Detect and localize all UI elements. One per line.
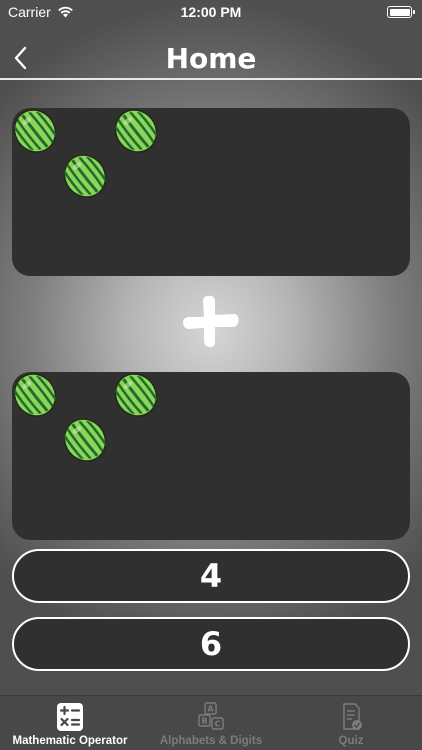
watermelon-icon xyxy=(113,372,159,418)
answer-option-button[interactable]: 4 xyxy=(12,549,410,603)
watermelon-icon xyxy=(62,153,108,199)
quiz-document-icon xyxy=(343,703,362,730)
page-title: Home xyxy=(165,42,257,75)
svg-text:A: A xyxy=(207,705,214,714)
tab-quiz[interactable]: Quiz xyxy=(281,696,421,750)
navigation-bar: Home xyxy=(0,36,422,80)
tab-alphabets-digits[interactable]: ABC Alphabets & Digits xyxy=(141,696,281,750)
svg-text:C: C xyxy=(215,720,221,729)
watermelon-icon xyxy=(62,417,108,463)
status-time: 12:00 PM xyxy=(180,4,242,20)
watermelon-icon xyxy=(12,372,58,418)
plus-icon xyxy=(183,295,239,348)
calculator-icon xyxy=(57,703,83,731)
battery-icon xyxy=(387,6,415,18)
abc-blocks-icon: AB C xyxy=(198,702,224,730)
tab-label: Alphabets & Digits xyxy=(159,735,263,747)
bottom-operand-panel xyxy=(12,372,410,540)
tab-bar: Mathematic Operator ABC Alphabets & Digi… xyxy=(0,695,422,750)
tab-label: Mathematic Operator xyxy=(12,735,128,747)
answer-option-button[interactable]: 6 xyxy=(12,617,410,671)
svg-text:B: B xyxy=(201,717,207,726)
watermelon-icon xyxy=(12,108,58,154)
watermelon-icon xyxy=(113,108,159,154)
tab-mathematic-operator[interactable]: Mathematic Operator xyxy=(0,696,140,750)
status-bar: Carrier 12:00 PM xyxy=(0,0,422,26)
tab-label: Quiz xyxy=(338,735,364,747)
top-operand-panel xyxy=(12,108,410,276)
